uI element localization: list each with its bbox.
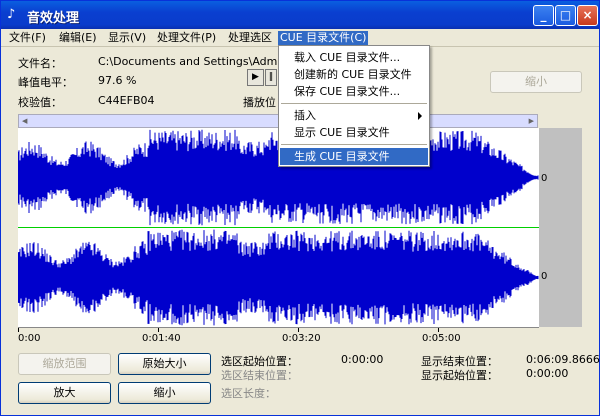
submenu-arrow-icon [418, 112, 422, 120]
shrink-top-button[interactable]: 缩小 [490, 71, 582, 93]
menu-file[interactable]: 文件(F) [7, 31, 48, 47]
menu-edit[interactable]: 编辑(E) [57, 31, 99, 47]
time-label-0: 0:00 [18, 333, 41, 344]
menu-item-create-cue[interactable]: 创建新的 CUE 目录文件 [280, 66, 428, 83]
peak-label: 峰值电平： [18, 76, 73, 89]
zoom-in-button[interactable]: 放大 [18, 382, 111, 404]
play-position-label: 播放位 [243, 96, 276, 109]
selection-length-label: 选区长度： [221, 387, 276, 400]
checksum-label: 校验值： [18, 96, 62, 109]
menu-item-load-cue[interactable]: 载入 CUE 目录文件... [280, 49, 428, 66]
menu-separator-2 [281, 144, 427, 145]
waveform-right-svg [18, 229, 539, 326]
menu-item-show-cue[interactable]: 显示 CUE 目录文件 [280, 124, 428, 141]
minimize-button[interactable]: _ [533, 5, 554, 26]
checksum-value: C44EFB04 [98, 94, 155, 107]
show-start-value: 0:00:00 [526, 367, 569, 380]
original-size-button[interactable]: 原始大小 [118, 353, 211, 375]
time-label-3: 0:05:00 [422, 333, 461, 344]
peak-value: 97.6 % [98, 74, 137, 87]
scroll-left-icon[interactable]: ◀ [22, 117, 27, 125]
window-title: 音效处理 [27, 11, 80, 26]
zero-label-left: 0 [541, 173, 548, 184]
show-end-value: 0:06:09.8666 [526, 353, 600, 366]
time-label-2: 0:03:20 [282, 333, 321, 344]
filename-value: C:\Documents and Settings\Administrato [98, 55, 278, 68]
selection-start-value: 0:00:00 [341, 353, 384, 366]
maximize-button[interactable]: □ [555, 5, 576, 26]
waveform-track-right[interactable] [18, 228, 539, 327]
menu-item-insert[interactable]: 插入 [280, 107, 428, 124]
play-icon[interactable]: ▶ [247, 69, 264, 86]
show-start-label: 显示起始位置： [421, 369, 498, 382]
zoom-out-button[interactable]: 缩小 [118, 382, 211, 404]
waveform-path [18, 229, 539, 326]
level-meter [539, 128, 582, 327]
filename-label: 文件名： [18, 57, 62, 70]
cue-dropdown-menu: 载入 CUE 目录文件... 创建新的 CUE 目录文件 保存 CUE 目录文件… [278, 45, 430, 167]
menu-separator [281, 103, 427, 104]
time-label-1: 0:01:40 [142, 333, 181, 344]
close-button[interactable]: × [577, 5, 598, 26]
app-window: ♪ 音效处理 _ □ × 文件(F) 编辑(E) 显示(V) 处理文件(P) 处… [0, 0, 600, 416]
menu-item-insert-label: 插入 [294, 109, 316, 122]
menu-view[interactable]: 显示(V) [106, 31, 148, 47]
scroll-right-icon[interactable]: ▶ [529, 117, 534, 125]
menu-process-file[interactable]: 处理文件(P) [155, 31, 218, 47]
pause-icon[interactable]: ‖ [265, 69, 277, 86]
title-bar[interactable]: ♪ 音效处理 _ □ × [1, 1, 599, 29]
menu-item-generate-cue[interactable]: 生成 CUE 目录文件 [280, 148, 428, 165]
zero-label-right: 0 [541, 271, 548, 282]
app-icon: ♪ [7, 7, 16, 22]
zoom-range-button[interactable]: 缩放范围 [18, 353, 111, 375]
timeline-ruler[interactable]: 0:00 0:01:40 0:03:20 0:05:00 [18, 327, 539, 346]
menu-item-save-cue[interactable]: 保存 CUE 目录文件... [280, 83, 428, 100]
selection-end-label: 选区结束位置： [221, 369, 298, 382]
menu-process-selection[interactable]: 处理选区 [226, 31, 274, 47]
